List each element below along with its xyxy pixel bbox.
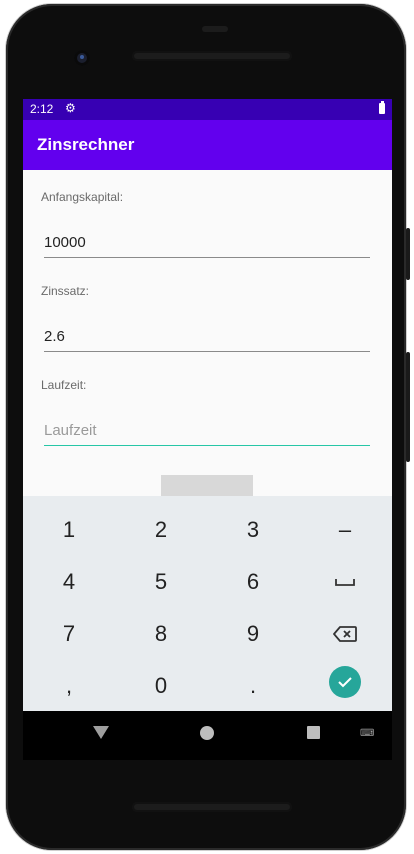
zinssatz-field[interactable] (44, 321, 370, 352)
label-laufzeit: Laufzeit: (41, 378, 87, 392)
anfangskapital-field[interactable] (44, 227, 370, 258)
page-title: Zinsrechner (37, 135, 135, 154)
navigation-bar: ⌨ (23, 711, 392, 760)
key-1[interactable]: 1 (23, 504, 115, 556)
key-comma[interactable]: , (23, 660, 115, 712)
key-8[interactable]: 8 (115, 608, 207, 660)
keyboard-drag-handle[interactable] (161, 475, 253, 497)
key-3[interactable]: 3 (207, 504, 299, 556)
keyboard-switch-icon[interactable]: ⌨ (360, 728, 374, 739)
bottom-speaker (132, 802, 292, 812)
backspace-icon (333, 626, 357, 642)
power-button (406, 352, 410, 462)
laufzeit-input[interactable] (44, 415, 370, 445)
battery-icon (379, 101, 385, 114)
key-5[interactable]: 5 (115, 556, 207, 608)
label-zinssatz: Zinssatz: (41, 284, 90, 298)
key-space[interactable] (299, 556, 391, 608)
earpiece-speaker (132, 51, 292, 61)
key-done[interactable] (299, 656, 391, 708)
form-content: Anfangskapital: Zinssatz: Laufzeit: (23, 170, 392, 497)
numeric-keyboard: 1 2 3 – 4 5 6 7 8 9 , 0 . (23, 496, 392, 711)
recents-icon[interactable] (307, 726, 320, 739)
key-period[interactable]: . (207, 660, 299, 712)
back-icon[interactable] (93, 726, 109, 739)
key-4[interactable]: 4 (23, 556, 115, 608)
status-time: 2:12 (30, 102, 54, 116)
laufzeit-field[interactable] (44, 415, 370, 446)
app-bar: Zinsrechner (23, 120, 392, 170)
key-7[interactable]: 7 (23, 608, 115, 660)
done-button[interactable] (329, 666, 361, 698)
key-9[interactable]: 9 (207, 608, 299, 660)
key-backspace[interactable] (299, 608, 391, 660)
volume-button (406, 228, 410, 280)
home-icon[interactable] (200, 726, 214, 740)
front-camera (74, 50, 90, 66)
gear-icon: ⚙ (65, 101, 76, 115)
zinssatz-input[interactable] (44, 321, 370, 351)
key-6[interactable]: 6 (207, 556, 299, 608)
space-icon (335, 579, 355, 586)
key-minus[interactable]: – (299, 504, 391, 556)
checkmark-icon (338, 677, 352, 688)
key-0[interactable]: 0 (115, 660, 207, 712)
anfangskapital-input[interactable] (44, 227, 370, 257)
status-bar: 2:12 ⚙ (23, 99, 392, 120)
key-2[interactable]: 2 (115, 504, 207, 556)
label-anfangskapital: Anfangskapital: (41, 190, 124, 204)
screen: 2:12 ⚙ Zinsrechner Anfangskapital: Zinss… (23, 99, 392, 760)
sensor-slot (202, 26, 228, 32)
